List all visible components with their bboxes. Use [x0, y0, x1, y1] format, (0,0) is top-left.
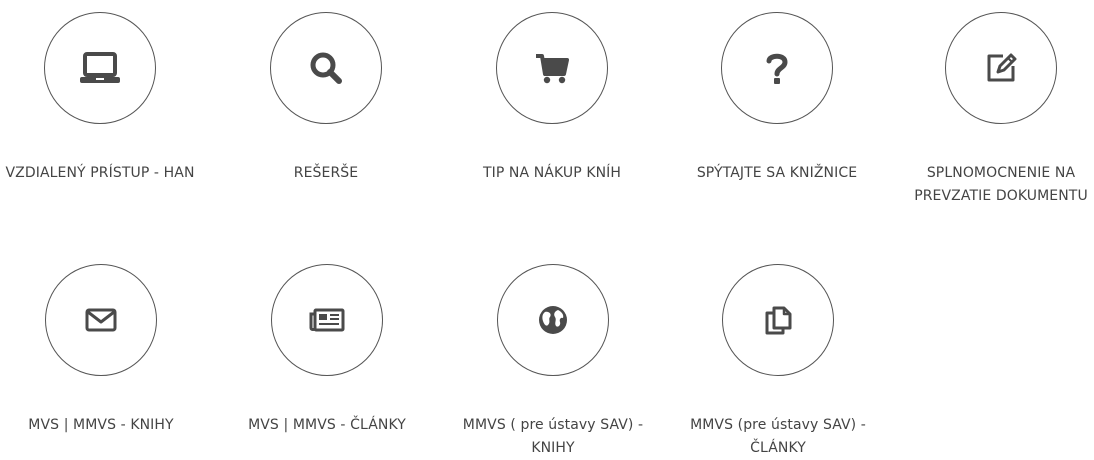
icon-circle[interactable] [44, 12, 156, 124]
search-icon [310, 52, 342, 84]
service-label: MVS | MMVS - ČLÁNKY [248, 417, 406, 433]
icon-circle[interactable] [945, 12, 1057, 124]
newspaper-icon [309, 308, 345, 332]
icon-circle[interactable] [271, 264, 383, 376]
service-label: SPLNOMOCNENIE NA PREVZATIE DOKUMENTU [914, 165, 1088, 204]
envelope-icon [85, 308, 117, 332]
service-label: MMVS ( pre ústavy SAV) - KNIHY [462, 417, 644, 456]
icon-circle[interactable] [270, 12, 382, 124]
service-label: MMVS (pre ústavy SAV) - ČLÁNKY [690, 417, 866, 456]
service-label: REŠERŠE [293, 165, 359, 181]
service-label: SPÝTAJTE SA KNIŽNICE [696, 165, 858, 181]
icon-circle[interactable] [722, 264, 834, 376]
copy-icon [765, 306, 792, 335]
icon-circle[interactable] [496, 12, 608, 124]
edit-icon [987, 53, 1017, 82]
shopping-cart-icon [536, 54, 569, 84]
icon-circle[interactable] [45, 264, 157, 376]
laptop-icon [80, 52, 120, 83]
service-label: TIP NA NÁKUP KNÍH [482, 165, 622, 181]
icon-circle[interactable] [721, 12, 833, 124]
icon-circle[interactable] [497, 264, 609, 376]
question-mark-icon [766, 53, 788, 84]
service-label: MVS | MMVS - KNIHY [28, 417, 174, 433]
service-label: VZDIALENÝ PRÍSTUP - HAN [5, 165, 195, 181]
globe-icon [539, 306, 567, 334]
